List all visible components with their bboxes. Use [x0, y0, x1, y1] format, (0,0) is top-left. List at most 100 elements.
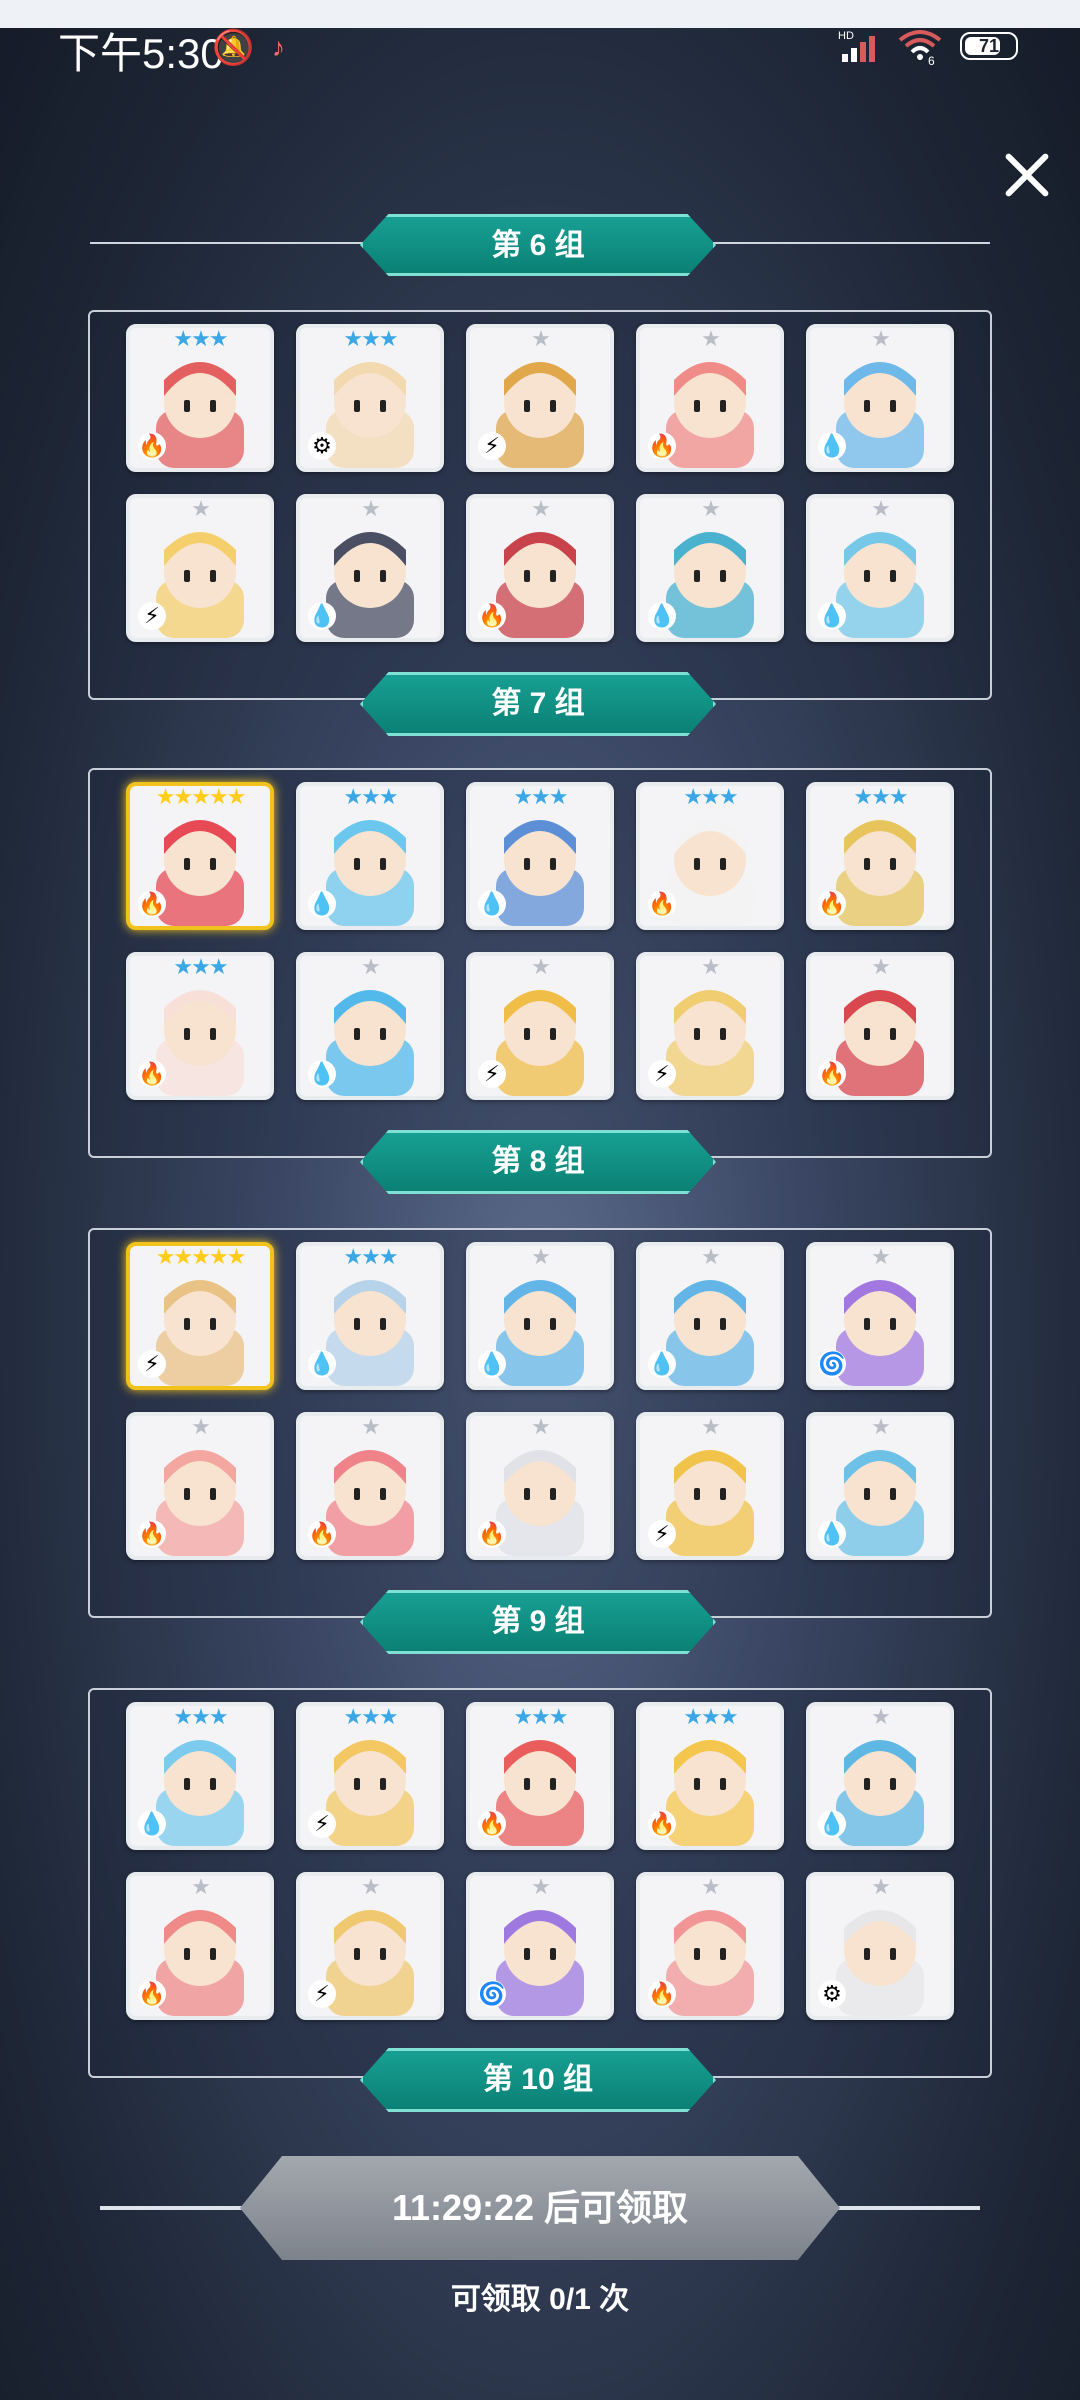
star-rating: ★ [191, 1874, 211, 1899]
hero-card[interactable]: ★★★ ⚡ [296, 1702, 444, 1850]
star-rating: ★★★ [683, 784, 738, 809]
star-rating: ★★★ [683, 1704, 738, 1729]
hero-card[interactable]: ★ 💧 [806, 324, 954, 472]
gear-element-icon: ⚙ [818, 1980, 846, 2008]
star-rating: ★ [531, 954, 551, 979]
hero-card[interactable]: ★ 🔥 [636, 324, 784, 472]
star-rating: ★★★ [343, 1704, 398, 1729]
hero-card[interactable]: ★ 💧 [806, 1702, 954, 1850]
hero-card[interactable]: ★★★ 🔥 [806, 782, 954, 930]
hero-card[interactable]: ★★★ 🔥 [126, 324, 274, 472]
hero-card[interactable]: ★ 🔥 [466, 1412, 614, 1560]
star-rating: ★ [701, 1414, 721, 1439]
fire-element-icon: 🔥 [818, 890, 846, 918]
star-rating: ★ [871, 954, 891, 979]
star-rating: ★ [531, 496, 551, 521]
group-label-9-text: 第 9 组 [491, 1605, 585, 1638]
star-rating: ★★★ [343, 784, 398, 809]
hero-card[interactable]: ★★★ 💧 [296, 782, 444, 930]
star-rating: ★ [361, 1414, 381, 1439]
star-rating: ★★★ [343, 1244, 398, 1269]
dark-element-icon: 🌀 [478, 1980, 506, 2008]
group-panel-7: ★★★★★ 🔥 ★★★ 💧 ★★★ 💧 ★★★ 🔥 ★★★ 🔥 ★★★ 🔥 ★ 💧 ★ ⚡ ★ ⚡ ★ 🔥 [88, 768, 992, 1158]
hero-card[interactable]: ★★★ 🔥 [466, 1702, 614, 1850]
bolt-element-icon: ⚡ [478, 1060, 506, 1088]
star-rating: ★ [191, 496, 211, 521]
water-element-icon: 💧 [818, 432, 846, 460]
hero-card[interactable]: ★ 🌀 [806, 1242, 954, 1390]
star-rating: ★ [871, 1874, 891, 1899]
hero-card[interactable]: ★★★ 💧 [126, 1702, 274, 1850]
hero-card[interactable]: ★★★ 💧 [296, 1242, 444, 1390]
hero-card[interactable]: ★ ⚡ [636, 952, 784, 1100]
hero-card[interactable]: ★ 🔥 [126, 1412, 274, 1560]
hero-card[interactable]: ★ 🔥 [296, 1412, 444, 1560]
signal-icon: HD [838, 30, 875, 62]
hero-card[interactable]: ★ ⚡ [466, 952, 614, 1100]
hero-card[interactable]: ★ 💧 [296, 494, 444, 642]
fire-element-icon: 🔥 [648, 890, 676, 918]
gear-element-icon: ⚙ [308, 432, 336, 460]
water-element-icon: 💧 [308, 1350, 336, 1378]
water-element-icon: 💧 [138, 1810, 166, 1838]
fire-element-icon: 🔥 [138, 1980, 166, 2008]
status-bar: 下午5:30 🔕 ♪ HD 6 71 [0, 28, 1080, 88]
hero-card[interactable]: ★★★ 🔥 [636, 782, 784, 930]
hero-card[interactable]: ★ ⚙ [806, 1872, 954, 2020]
star-rating: ★★★ [173, 954, 228, 979]
star-rating: ★★★★★ [155, 784, 247, 809]
battery-icon: 71 [960, 32, 1018, 60]
star-rating: ★★★ [173, 326, 228, 351]
star-rating: ★ [531, 1874, 551, 1899]
hero-card[interactable]: ★ ⚡ [126, 494, 274, 642]
fire-element-icon: 🔥 [138, 890, 166, 918]
hero-card[interactable]: ★ 💧 [636, 494, 784, 642]
fire-element-icon: 🔥 [138, 1060, 166, 1088]
bell-off-icon: 🔕 [212, 29, 255, 67]
hero-card[interactable]: ★ ⚡ [466, 324, 614, 472]
hero-card[interactable]: ★ 🔥 [636, 1872, 784, 2020]
hero-card[interactable]: ★ 🔥 [466, 494, 614, 642]
group-panel-9: ★★★ 💧 ★★★ ⚡ ★★★ 🔥 ★★★ 🔥 ★ 💧 ★ 🔥 ★ ⚡ ★ 🌀 ★ 🔥 ★ ⚙ [88, 1688, 992, 2078]
water-element-icon: 💧 [818, 1520, 846, 1548]
hero-card[interactable]: ★★★★★ 🔥 [126, 782, 274, 930]
hero-card[interactable]: ★ 💧 [296, 952, 444, 1100]
group-panel-8: ★★★★★ ⚡ ★★★ 💧 ★ 💧 ★ 💧 ★ 🌀 ★ 🔥 ★ 🔥 ★ 🔥 ★ ⚡ ★ 💧 [88, 1228, 992, 1618]
hero-card[interactable]: ★ ⚡ [296, 1872, 444, 2020]
star-rating: ★ [871, 326, 891, 351]
group-label-6-text: 第 6 组 [491, 229, 585, 262]
tiktok-icon: ♪ [272, 32, 285, 62]
hero-card[interactable]: ★ ⚡ [636, 1412, 784, 1560]
hero-card[interactable]: ★ 💧 [806, 494, 954, 642]
bolt-element-icon: ⚡ [478, 432, 506, 460]
star-rating: ★ [701, 326, 721, 351]
claim-button[interactable]: 11:29:22 后可领取 [240, 2156, 840, 2260]
signal-hd-label: HD [838, 30, 854, 42]
hero-card[interactable]: ★ 💧 [636, 1242, 784, 1390]
status-time: 下午5:30 [58, 30, 224, 77]
close-icon[interactable] [1002, 150, 1052, 200]
hero-card[interactable]: ★ 🔥 [126, 1872, 274, 2020]
hero-card[interactable]: ★ 💧 [466, 1242, 614, 1390]
water-element-icon: 💧 [308, 1060, 336, 1088]
water-element-icon: 💧 [818, 602, 846, 630]
bolt-element-icon: ⚡ [308, 1810, 336, 1838]
claim-count: 可领取 0/1 次 [450, 2283, 630, 2316]
hero-card[interactable]: ★ 🔥 [806, 952, 954, 1100]
star-rating: ★★★ [343, 326, 398, 351]
hero-card[interactable]: ★ 🌀 [466, 1872, 614, 2020]
battery-level: 71 [978, 36, 1000, 56]
hero-card[interactable]: ★★★ 🔥 [636, 1702, 784, 1850]
hero-card[interactable]: ★★★ 🔥 [126, 952, 274, 1100]
wifi-label: 6 [928, 54, 935, 66]
star-rating: ★★★ [513, 1704, 568, 1729]
hero-card[interactable]: ★ 💧 [806, 1412, 954, 1560]
hero-card[interactable]: ★★★ ⚙ [296, 324, 444, 472]
star-rating: ★★★ [853, 784, 908, 809]
group-label-9: 第 9 组 [360, 1590, 716, 1654]
star-rating: ★ [361, 1874, 381, 1899]
group-label-8: 第 8 组 [360, 1130, 716, 1194]
hero-card[interactable]: ★★★★★ ⚡ [126, 1242, 274, 1390]
fire-element-icon: 🔥 [478, 1520, 506, 1548]
hero-card[interactable]: ★★★ 💧 [466, 782, 614, 930]
